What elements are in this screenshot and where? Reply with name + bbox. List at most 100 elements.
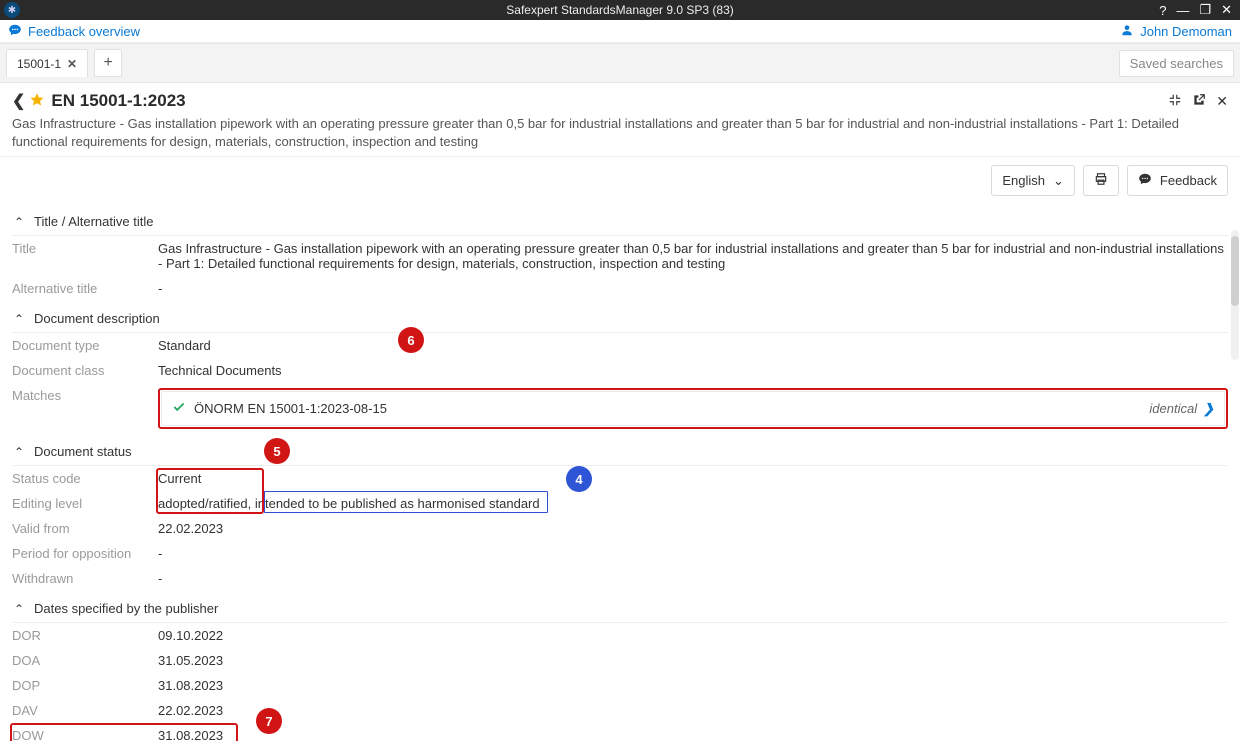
collapse-caret-icon[interactable]: ⌃ (12, 445, 26, 459)
window-title: Safexpert StandardsManager 9.0 SP3 (83) (506, 3, 733, 17)
scrollbar-thumb[interactable] (1231, 236, 1239, 306)
annotation-blue-box-harmonised (264, 491, 548, 513)
user-name: John Demoman (1140, 24, 1232, 39)
row-valid-from: Valid from 22.02.2023 (12, 516, 1228, 541)
scrollbar[interactable] (1231, 230, 1239, 360)
minimize-icon[interactable]: — (1176, 3, 1189, 18)
section-label: Document status (34, 444, 132, 459)
label-doa: DOA (12, 653, 158, 668)
label-dop: DOP (12, 678, 158, 693)
row-dor: DOR 09.10.2022 (12, 623, 1228, 648)
annotation-4: 4 (566, 466, 592, 492)
feedback-overview-label: Feedback overview (28, 24, 140, 39)
feedback-label: Feedback (1160, 173, 1217, 188)
section-dates-publisher[interactable]: ⌃ Dates specified by the publisher (12, 591, 1228, 623)
user-menu[interactable]: John Demoman (1120, 23, 1232, 40)
section-doc-status[interactable]: ⌃ Document status 5 (12, 434, 1228, 466)
value-title: Gas Infrastructure - Gas installation pi… (158, 241, 1228, 271)
help-icon[interactable]: ? (1159, 3, 1166, 18)
match-label: ÖNORM EN 15001-1:2023-08-15 (194, 401, 387, 416)
row-dow-wrapper: DOW 31.08.2023 (12, 723, 1228, 741)
value-status-code: Current (158, 471, 1228, 486)
label-dor: DOR (12, 628, 158, 643)
print-button[interactable] (1083, 165, 1119, 196)
section-label: Title / Alternative title (34, 214, 153, 229)
chevron-down-icon: ⌄ (1053, 173, 1064, 189)
value-dop: 31.08.2023 (158, 678, 1228, 693)
label-opposition: Period for opposition (12, 546, 158, 561)
row-matches: Matches ÖNORM EN 15001-1:2023-08-15 iden… (12, 383, 1228, 434)
new-tab-button[interactable]: + (94, 49, 122, 77)
annotation-5: 5 (264, 438, 290, 464)
label-withdrawn: Withdrawn (12, 571, 158, 586)
feedback-overview-link[interactable]: Feedback overview (8, 23, 140, 40)
label-matches: Matches (12, 388, 158, 429)
value-doc-class: Technical Documents (158, 363, 1228, 378)
tabbar: 15001-1 ✕ + Saved searches (0, 43, 1240, 83)
status-area: 4 Status code Current Editing level adop… (12, 466, 1228, 591)
chat-icon (8, 23, 22, 40)
saved-searches-button[interactable]: Saved searches (1119, 50, 1234, 77)
label-doc-type: Document type (12, 338, 158, 353)
chat-icon (1138, 172, 1152, 189)
document-content: ⌃ Title / Alternative title Title Gas In… (0, 204, 1240, 741)
row-dav: DAV 22.02.2023 7 (12, 698, 1228, 723)
checkmark-icon (172, 400, 186, 417)
label-doc-class: Document class (12, 363, 158, 378)
match-item[interactable]: ÖNORM EN 15001-1:2023-08-15 identical ❯ (161, 391, 1225, 426)
section-doc-description[interactable]: ⌃ Document description (12, 301, 1228, 333)
label-editing-level: Editing level (12, 496, 158, 511)
label-title: Title (12, 241, 158, 271)
section-label: Document description (34, 311, 160, 326)
row-withdrawn: Withdrawn - (12, 566, 1228, 591)
label-alt-title: Alternative title (12, 281, 158, 296)
row-doa: DOA 31.05.2023 (12, 648, 1228, 673)
value-dor: 09.10.2022 (158, 628, 1228, 643)
row-doc-class: Document class Technical Documents (12, 358, 1228, 383)
close-icon[interactable]: ✕ (1221, 2, 1232, 18)
chevron-right-icon: ❯ (1203, 401, 1214, 417)
close-panel-icon[interactable]: ✕ (1216, 93, 1228, 110)
section-label: Dates specified by the publisher (34, 601, 218, 616)
favorite-star-icon[interactable] (29, 92, 45, 111)
user-icon (1120, 23, 1134, 40)
printer-icon (1094, 172, 1108, 189)
collapse-caret-icon[interactable]: ⌃ (12, 312, 26, 326)
maximize-icon[interactable]: ❐ (1199, 2, 1211, 18)
window-titlebar: ✱ Safexpert StandardsManager 9.0 SP3 (83… (0, 0, 1240, 20)
tab-label: 15001-1 (17, 57, 61, 71)
value-dow: 31.08.2023 (158, 728, 1228, 741)
annotation-red-box-status (156, 468, 264, 514)
value-withdrawn: - (158, 571, 1228, 586)
value-doc-type: Standard (158, 338, 1228, 353)
row-title: Title Gas Infrastructure - Gas installat… (12, 236, 1228, 276)
back-button[interactable]: ❮ (12, 91, 25, 111)
feedback-button[interactable]: Feedback (1127, 165, 1228, 196)
value-opposition: - (158, 546, 1228, 561)
annotation-red-box-dow (10, 723, 238, 741)
language-selector[interactable]: English ⌄ (991, 165, 1075, 196)
document-description: Gas Infrastructure - Gas installation pi… (12, 115, 1212, 150)
tab-15001-1[interactable]: 15001-1 ✕ (6, 49, 88, 77)
label-dav: DAV (12, 703, 158, 718)
document-toolbar: English ⌄ Feedback (0, 157, 1240, 204)
language-label: English (1002, 173, 1045, 188)
tab-close-icon[interactable]: ✕ (67, 57, 77, 71)
value-dav: 22.02.2023 (158, 703, 1228, 718)
label-status-code: Status code (12, 471, 158, 486)
document-code: EN 15001-1:2023 (51, 91, 185, 111)
collapse-caret-icon[interactable]: ⌃ (12, 215, 26, 229)
value-alt-title: - (158, 281, 1228, 296)
app-logo: ✱ (4, 2, 20, 18)
row-opposition: Period for opposition - (12, 541, 1228, 566)
annotation-6: 6 (398, 327, 424, 353)
collapse-caret-icon[interactable]: ⌃ (12, 602, 26, 616)
row-doc-type: Document type Standard 6 (12, 333, 1228, 358)
document-header: ❮ EN 15001-1:2023 ✕ Gas Infrastructure -… (0, 83, 1240, 157)
value-doa: 31.05.2023 (158, 653, 1228, 668)
open-external-icon[interactable] (1192, 93, 1206, 110)
app-topbar: Feedback overview John Demoman (0, 20, 1240, 43)
section-title-alt[interactable]: ⌃ Title / Alternative title (12, 204, 1228, 236)
collapse-icon[interactable] (1168, 93, 1182, 110)
label-valid-from: Valid from (12, 521, 158, 536)
